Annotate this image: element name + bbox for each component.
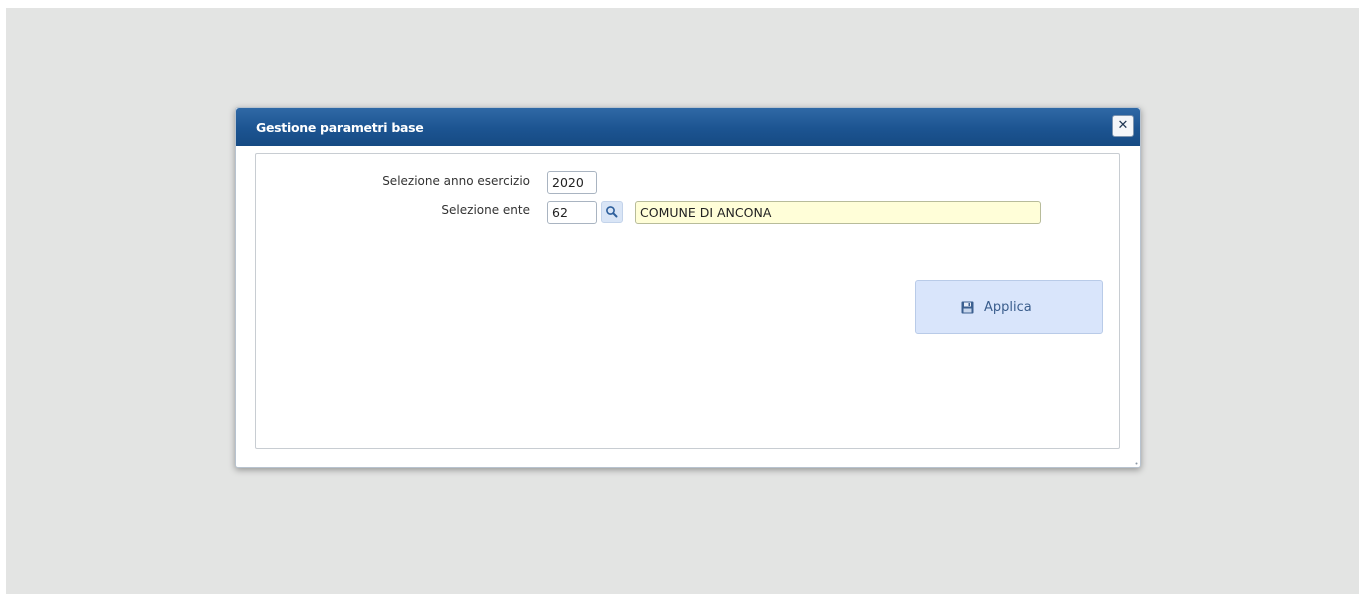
- anno-esercizio-label: Selezione anno esercizio: [382, 174, 530, 188]
- close-button[interactable]: ✕: [1112, 115, 1134, 137]
- form-panel: Selezione anno esercizio 2020 Selezione …: [255, 153, 1120, 449]
- dialog-gestione-parametri: Gestione parametri base ✕ Selezione anno…: [235, 107, 1141, 468]
- close-icon: ✕: [1117, 118, 1129, 133]
- resize-grip-icon[interactable]: [1132, 459, 1138, 465]
- save-icon: [961, 301, 974, 314]
- ente-code-input[interactable]: 62: [547, 201, 597, 224]
- search-icon: [606, 206, 618, 218]
- dialog-titlebar[interactable]: Gestione parametri base ✕: [236, 108, 1140, 146]
- ente-name-field: COMUNE DI ANCONA: [635, 201, 1041, 224]
- dialog-title: Gestione parametri base: [256, 120, 424, 135]
- anno-esercizio-input[interactable]: 2020: [547, 171, 597, 194]
- applica-label: Applica: [984, 300, 1032, 315]
- applica-button[interactable]: Applica: [915, 280, 1103, 334]
- ente-search-button[interactable]: [601, 201, 623, 223]
- ente-label: Selezione ente: [441, 203, 530, 217]
